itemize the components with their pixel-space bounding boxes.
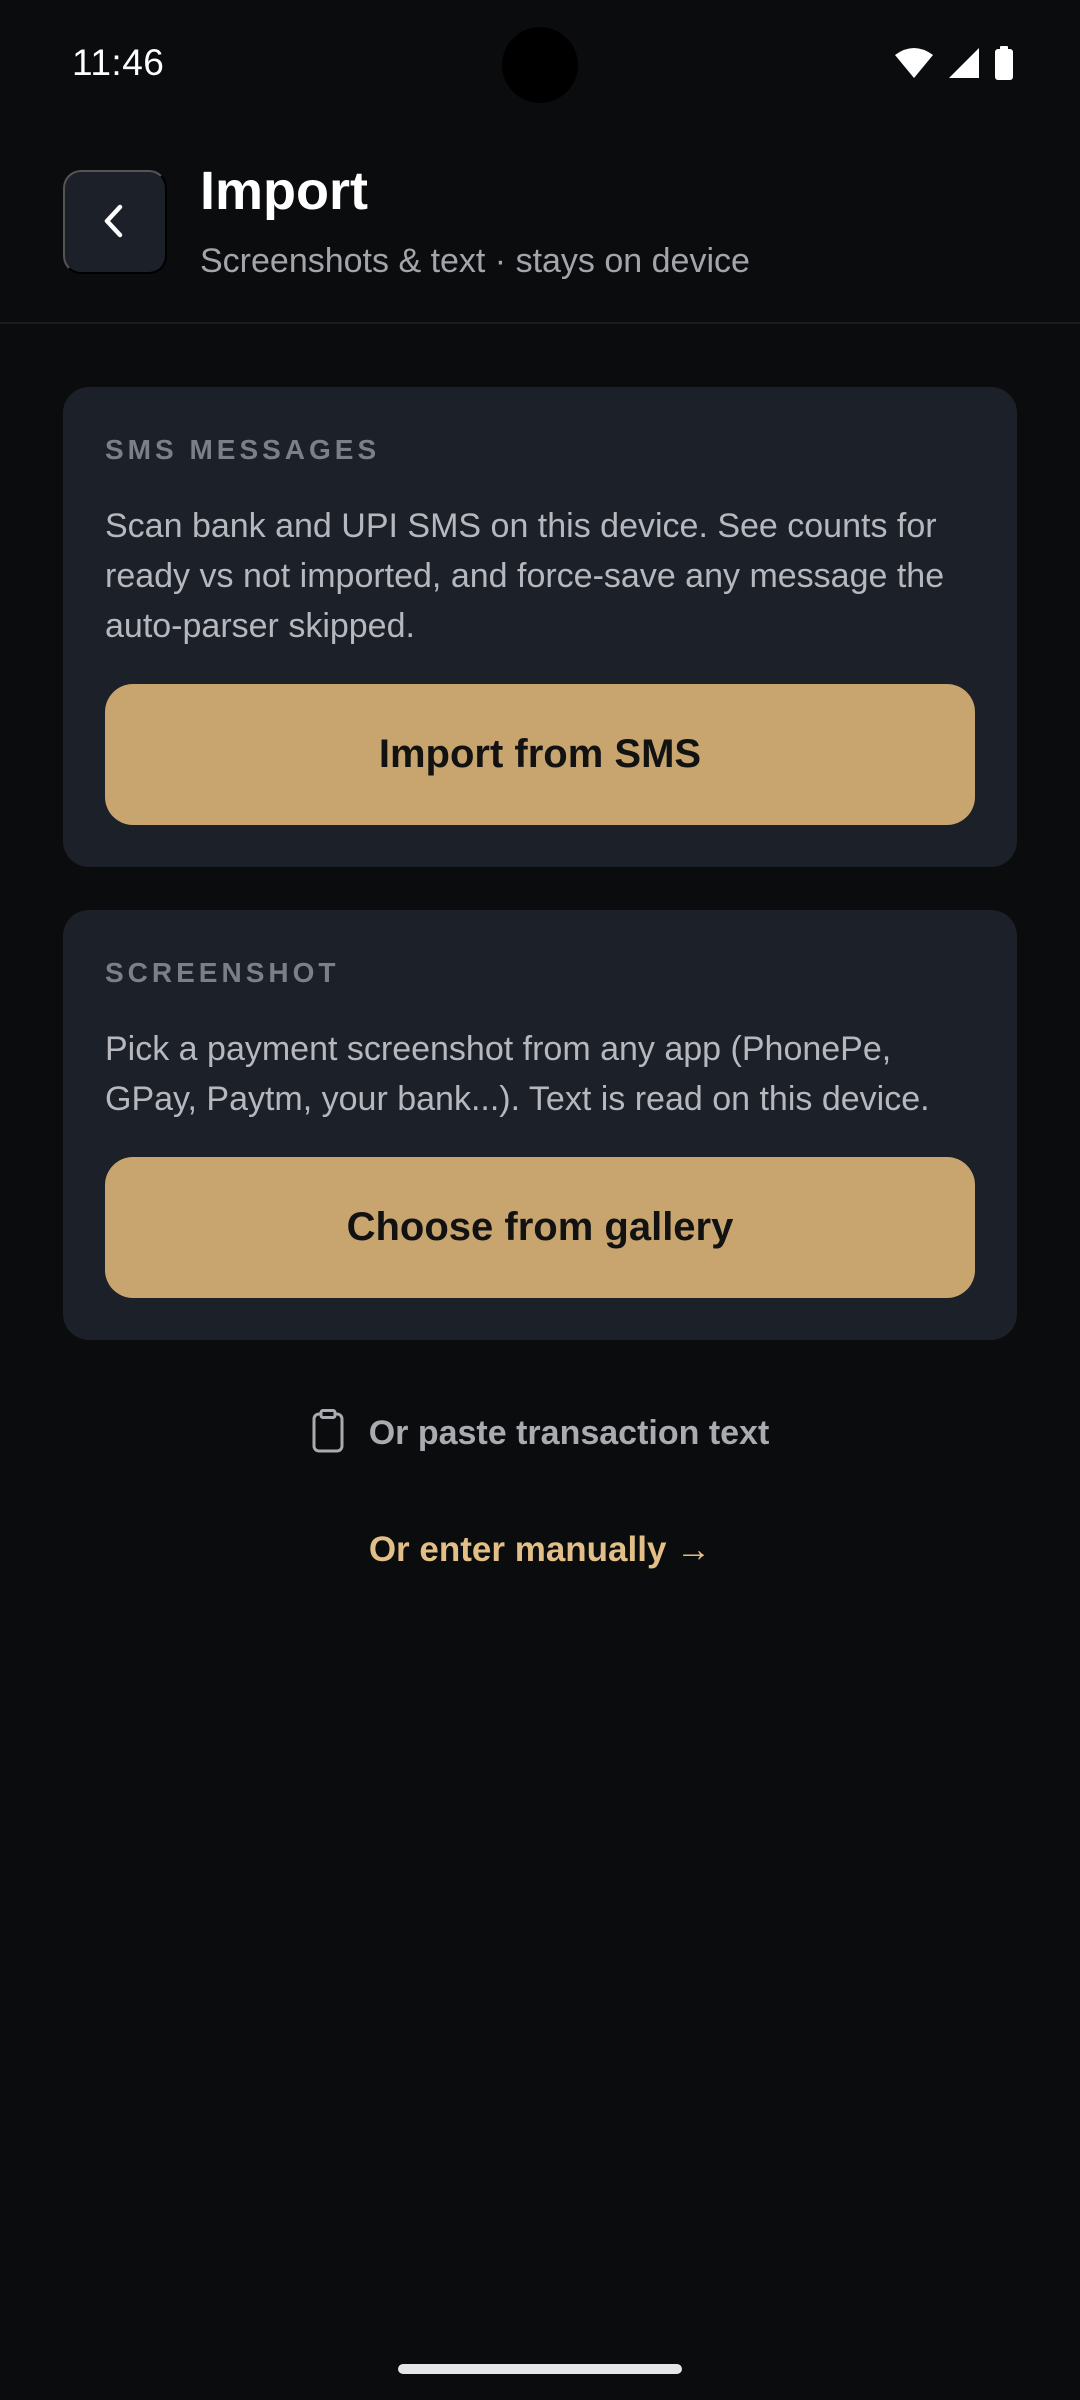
app-header: Import Screenshots & text · stays on dev… <box>0 160 1080 324</box>
home-indicator[interactable] <box>398 2364 682 2374</box>
status-time: 11:46 <box>72 42 165 83</box>
status-bar: 11:46 <box>0 0 1080 130</box>
camera-cutout <box>502 27 578 103</box>
sms-import-card: SMS MESSAGES Scan bank and UPI SMS on th… <box>63 387 1017 867</box>
chevron-left-icon <box>95 201 135 244</box>
card-label: SCREENSHOT <box>105 957 340 988</box>
paste-transaction-text-button[interactable]: Or paste transaction text <box>0 1407 1080 1459</box>
paste-label: Or paste transaction text <box>368 1413 770 1452</box>
screenshot-import-card: SCREENSHOT Pick a payment screenshot fro… <box>63 910 1017 1340</box>
battery-icon <box>994 46 1014 85</box>
choose-from-gallery-button[interactable]: Choose from gallery <box>105 1157 975 1298</box>
card-description: Pick a payment screenshot from any app (… <box>105 1030 930 1118</box>
page-subtitle: Screenshots & text · stays on device <box>200 242 750 280</box>
clipboard-icon <box>311 1408 345 1458</box>
import-from-sms-button[interactable]: Import from SMS <box>105 684 975 825</box>
page-title: Import <box>200 161 368 221</box>
status-icons <box>894 46 1014 85</box>
enter-manually-link[interactable]: Or enter manually → <box>0 1530 1080 1570</box>
card-description: Scan bank and UPI SMS on this device. Se… <box>105 507 945 645</box>
wifi-icon <box>894 47 934 84</box>
cellular-signal-icon <box>948 47 980 84</box>
card-label: SMS MESSAGES <box>105 434 381 465</box>
import-screen: 11:46 Import Screenshots & text · stays … <box>0 0 1080 2400</box>
back-button[interactable] <box>63 170 167 274</box>
